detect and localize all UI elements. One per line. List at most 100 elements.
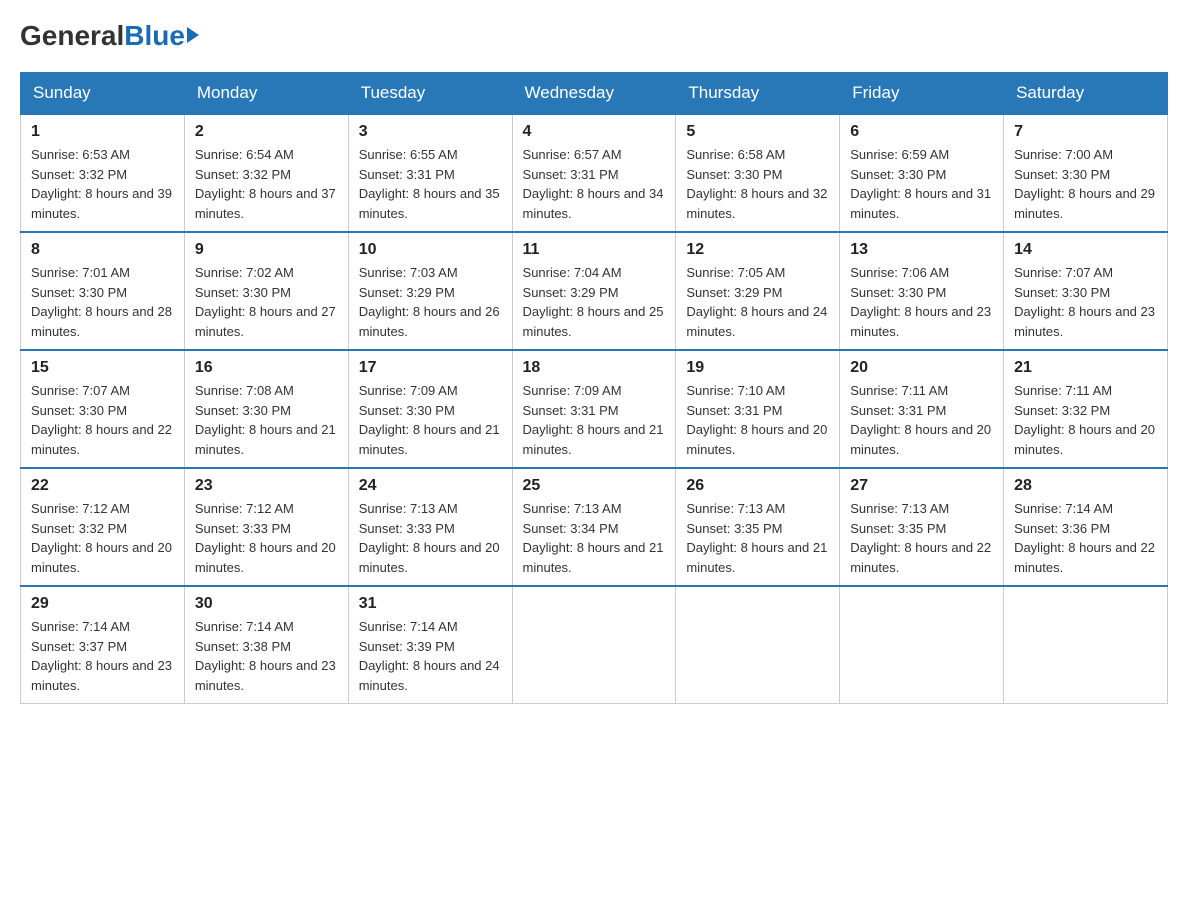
daylight-label: Daylight: 8 hours and 21 minutes. <box>195 422 336 457</box>
sunrise-label: Sunrise: 7:10 AM <box>686 383 785 398</box>
daylight-label: Daylight: 8 hours and 20 minutes. <box>850 422 991 457</box>
day-number: 15 <box>31 359 174 377</box>
day-number: 19 <box>686 359 829 377</box>
day-info: Sunrise: 7:14 AM Sunset: 3:37 PM Dayligh… <box>31 617 174 695</box>
day-number: 20 <box>850 359 993 377</box>
daylight-label: Daylight: 8 hours and 39 minutes. <box>31 186 172 221</box>
day-info: Sunrise: 6:53 AM Sunset: 3:32 PM Dayligh… <box>31 145 174 223</box>
sunrise-label: Sunrise: 7:09 AM <box>359 383 458 398</box>
sunrise-label: Sunrise: 7:11 AM <box>850 383 948 398</box>
calendar-week-row: 22 Sunrise: 7:12 AM Sunset: 3:32 PM Dayl… <box>21 468 1168 586</box>
calendar-cell: 13 Sunrise: 7:06 AM Sunset: 3:30 PM Dayl… <box>840 232 1004 350</box>
sunrise-label: Sunrise: 7:14 AM <box>359 619 458 634</box>
calendar-header-row: SundayMondayTuesdayWednesdayThursdayFrid… <box>21 73 1168 115</box>
page-header: General Blue <box>20 20 1168 52</box>
day-info: Sunrise: 7:00 AM Sunset: 3:30 PM Dayligh… <box>1014 145 1157 223</box>
sunrise-label: Sunrise: 7:14 AM <box>195 619 294 634</box>
sunset-label: Sunset: 3:29 PM <box>686 285 782 300</box>
daylight-label: Daylight: 8 hours and 22 minutes. <box>850 540 991 575</box>
daylight-label: Daylight: 8 hours and 21 minutes. <box>686 540 827 575</box>
sunrise-label: Sunrise: 7:04 AM <box>523 265 622 280</box>
calendar-cell: 12 Sunrise: 7:05 AM Sunset: 3:29 PM Dayl… <box>676 232 840 350</box>
sunrise-label: Sunrise: 6:58 AM <box>686 147 785 162</box>
day-number: 28 <box>1014 477 1157 495</box>
sunset-label: Sunset: 3:30 PM <box>1014 285 1110 300</box>
sunset-label: Sunset: 3:30 PM <box>195 403 291 418</box>
calendar-cell: 5 Sunrise: 6:58 AM Sunset: 3:30 PM Dayli… <box>676 114 840 232</box>
day-info: Sunrise: 7:10 AM Sunset: 3:31 PM Dayligh… <box>686 381 829 459</box>
sunset-label: Sunset: 3:31 PM <box>850 403 946 418</box>
day-number: 30 <box>195 595 338 613</box>
calendar-cell: 28 Sunrise: 7:14 AM Sunset: 3:36 PM Dayl… <box>1004 468 1168 586</box>
day-number: 26 <box>686 477 829 495</box>
day-info: Sunrise: 7:02 AM Sunset: 3:30 PM Dayligh… <box>195 263 338 341</box>
calendar-cell: 4 Sunrise: 6:57 AM Sunset: 3:31 PM Dayli… <box>512 114 676 232</box>
sunrise-label: Sunrise: 6:57 AM <box>523 147 622 162</box>
sunset-label: Sunset: 3:30 PM <box>195 285 291 300</box>
calendar-cell <box>512 586 676 704</box>
calendar-cell: 26 Sunrise: 7:13 AM Sunset: 3:35 PM Dayl… <box>676 468 840 586</box>
daylight-label: Daylight: 8 hours and 20 minutes. <box>1014 422 1155 457</box>
day-number: 13 <box>850 241 993 259</box>
column-header-thursday: Thursday <box>676 73 840 115</box>
calendar-cell: 16 Sunrise: 7:08 AM Sunset: 3:30 PM Dayl… <box>184 350 348 468</box>
sunset-label: Sunset: 3:39 PM <box>359 639 455 654</box>
daylight-label: Daylight: 8 hours and 20 minutes. <box>686 422 827 457</box>
daylight-label: Daylight: 8 hours and 22 minutes. <box>1014 540 1155 575</box>
column-header-wednesday: Wednesday <box>512 73 676 115</box>
calendar-cell <box>1004 586 1168 704</box>
sunset-label: Sunset: 3:32 PM <box>31 521 127 536</box>
logo-triangle-icon <box>187 27 199 43</box>
day-number: 29 <box>31 595 174 613</box>
calendar-cell: 15 Sunrise: 7:07 AM Sunset: 3:30 PM Dayl… <box>21 350 185 468</box>
calendar-cell: 20 Sunrise: 7:11 AM Sunset: 3:31 PM Dayl… <box>840 350 1004 468</box>
calendar-cell: 7 Sunrise: 7:00 AM Sunset: 3:30 PM Dayli… <box>1004 114 1168 232</box>
daylight-label: Daylight: 8 hours and 21 minutes. <box>523 540 664 575</box>
day-number: 31 <box>359 595 502 613</box>
calendar-table: SundayMondayTuesdayWednesdayThursdayFrid… <box>20 72 1168 704</box>
logo-blue-text: Blue <box>124 20 185 52</box>
sunset-label: Sunset: 3:35 PM <box>850 521 946 536</box>
day-info: Sunrise: 7:11 AM Sunset: 3:32 PM Dayligh… <box>1014 381 1157 459</box>
sunset-label: Sunset: 3:32 PM <box>31 167 127 182</box>
day-number: 22 <box>31 477 174 495</box>
sunset-label: Sunset: 3:38 PM <box>195 639 291 654</box>
column-header-friday: Friday <box>840 73 1004 115</box>
sunset-label: Sunset: 3:30 PM <box>686 167 782 182</box>
calendar-week-row: 1 Sunrise: 6:53 AM Sunset: 3:32 PM Dayli… <box>21 114 1168 232</box>
day-info: Sunrise: 6:59 AM Sunset: 3:30 PM Dayligh… <box>850 145 993 223</box>
sunrise-label: Sunrise: 7:12 AM <box>195 501 294 516</box>
sunrise-label: Sunrise: 7:03 AM <box>359 265 458 280</box>
sunrise-label: Sunrise: 6:59 AM <box>850 147 949 162</box>
daylight-label: Daylight: 8 hours and 28 minutes. <box>31 304 172 339</box>
column-header-tuesday: Tuesday <box>348 73 512 115</box>
column-header-sunday: Sunday <box>21 73 185 115</box>
sunrise-label: Sunrise: 7:14 AM <box>1014 501 1113 516</box>
day-info: Sunrise: 7:14 AM Sunset: 3:38 PM Dayligh… <box>195 617 338 695</box>
calendar-cell: 18 Sunrise: 7:09 AM Sunset: 3:31 PM Dayl… <box>512 350 676 468</box>
sunrise-label: Sunrise: 7:13 AM <box>850 501 949 516</box>
day-info: Sunrise: 7:03 AM Sunset: 3:29 PM Dayligh… <box>359 263 502 341</box>
daylight-label: Daylight: 8 hours and 23 minutes. <box>850 304 991 339</box>
sunrise-label: Sunrise: 7:08 AM <box>195 383 294 398</box>
day-number: 17 <box>359 359 502 377</box>
calendar-cell: 30 Sunrise: 7:14 AM Sunset: 3:38 PM Dayl… <box>184 586 348 704</box>
day-number: 7 <box>1014 123 1157 141</box>
calendar-week-row: 8 Sunrise: 7:01 AM Sunset: 3:30 PM Dayli… <box>21 232 1168 350</box>
day-info: Sunrise: 7:04 AM Sunset: 3:29 PM Dayligh… <box>523 263 666 341</box>
day-info: Sunrise: 6:58 AM Sunset: 3:30 PM Dayligh… <box>686 145 829 223</box>
day-number: 2 <box>195 123 338 141</box>
sunrise-label: Sunrise: 7:13 AM <box>359 501 458 516</box>
day-number: 3 <box>359 123 502 141</box>
daylight-label: Daylight: 8 hours and 23 minutes. <box>195 658 336 693</box>
sunset-label: Sunset: 3:36 PM <box>1014 521 1110 536</box>
sunset-label: Sunset: 3:30 PM <box>850 167 946 182</box>
sunrise-label: Sunrise: 7:07 AM <box>1014 265 1113 280</box>
sunset-label: Sunset: 3:30 PM <box>1014 167 1110 182</box>
day-info: Sunrise: 7:11 AM Sunset: 3:31 PM Dayligh… <box>850 381 993 459</box>
daylight-label: Daylight: 8 hours and 27 minutes. <box>195 304 336 339</box>
logo: General Blue <box>20 20 199 52</box>
sunrise-label: Sunrise: 7:05 AM <box>686 265 785 280</box>
sunset-label: Sunset: 3:33 PM <box>359 521 455 536</box>
daylight-label: Daylight: 8 hours and 37 minutes. <box>195 186 336 221</box>
